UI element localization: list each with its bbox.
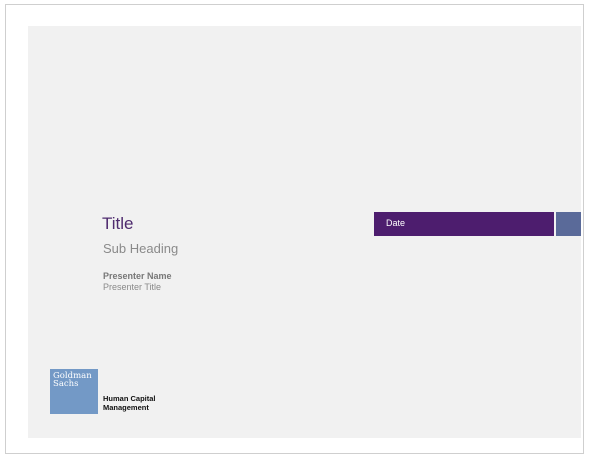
date-accent-block: [556, 212, 581, 236]
date-label: Date: [386, 218, 406, 228]
presenter-title: Presenter Title: [103, 282, 162, 292]
title-slide: Title Sub Heading Presenter Name Present…: [28, 26, 581, 438]
presenter-name: Presenter Name: [103, 271, 172, 281]
slide-subheading: Sub Heading: [103, 241, 179, 256]
slide-title: Title: [102, 214, 134, 233]
division-line-1: Human Capital: [103, 394, 156, 403]
date-bar: Date: [374, 212, 554, 236]
logo-line-2: Sachs: [53, 379, 79, 389]
logo-wordmark: Goldman Sachs: [53, 372, 92, 389]
division-line-2: Management: [103, 403, 149, 412]
goldman-sachs-logo: Goldman Sachs: [50, 369, 98, 414]
division-name: Human Capital Management: [103, 394, 156, 412]
